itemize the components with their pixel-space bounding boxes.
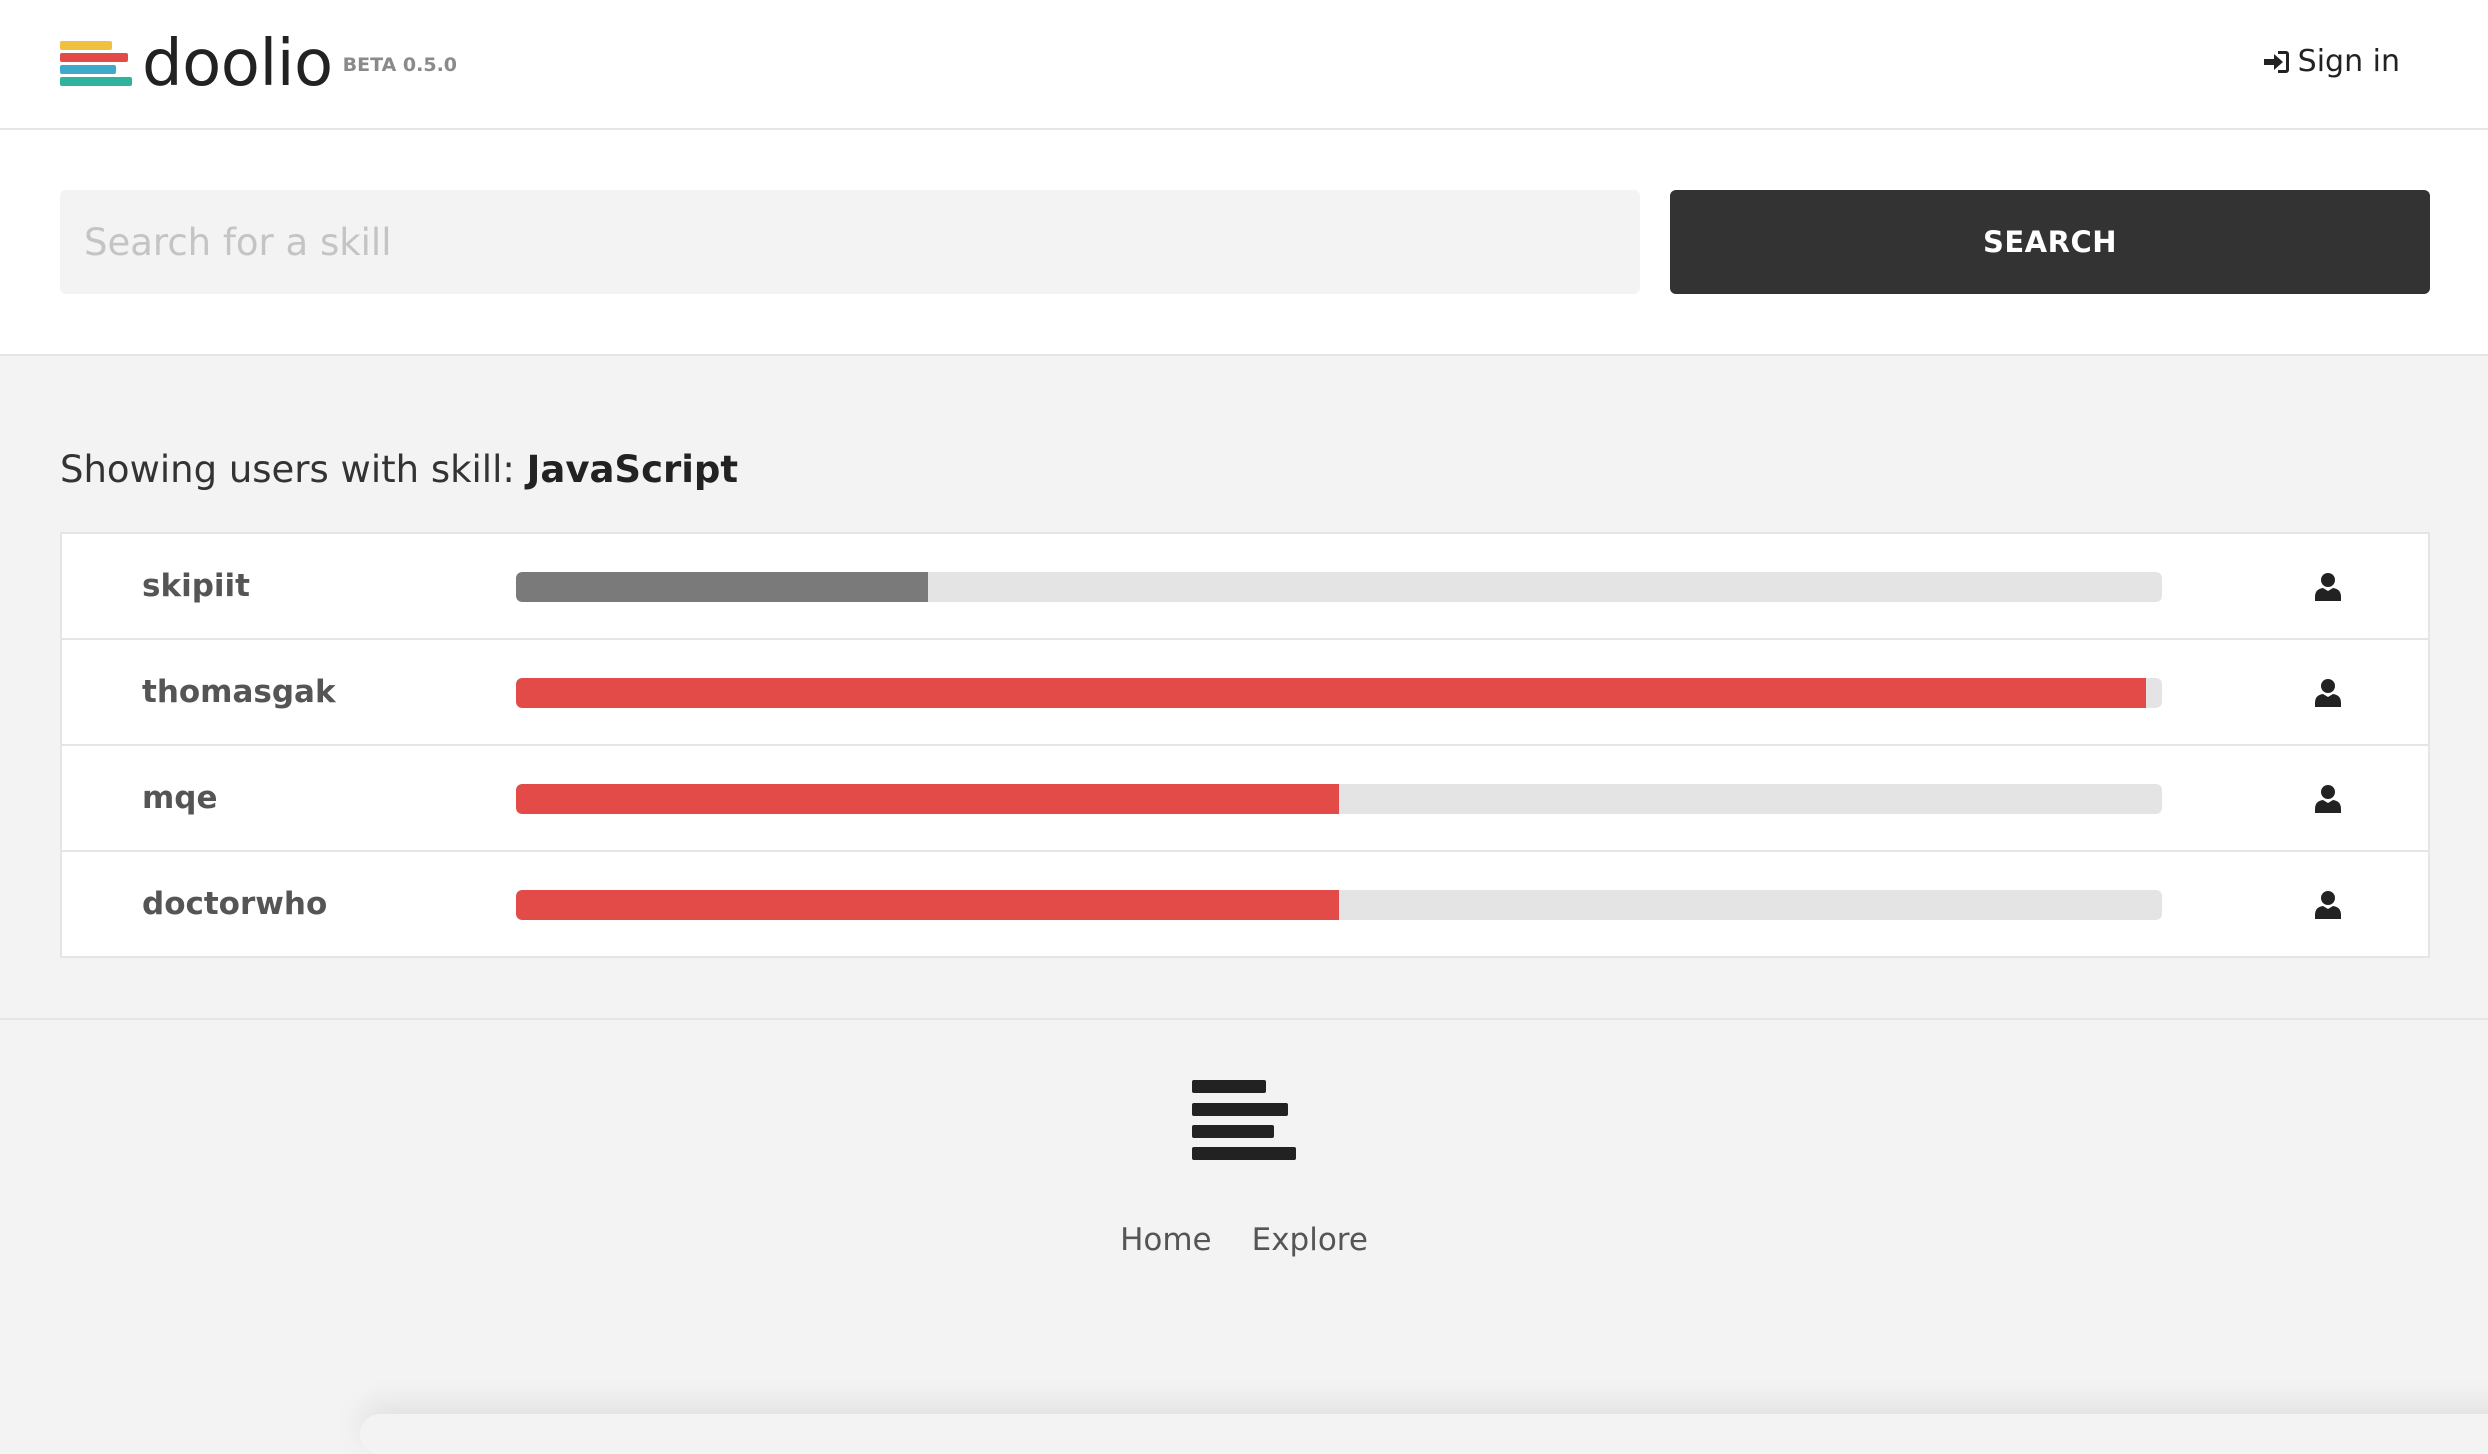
skill-level-fill (516, 890, 1339, 920)
user-name-link[interactable]: doctorwho (142, 852, 327, 956)
skill-level-bar (516, 890, 2162, 920)
results-table: skipiit thomasgak mqe doctorwho (60, 532, 2430, 958)
results-heading: Showing users with skill: JavaScript (60, 448, 738, 491)
user-icon[interactable] (2314, 890, 2342, 920)
search-button[interactable]: SEARCH (1670, 190, 2430, 294)
footer-logo-bar-4 (1192, 1147, 1296, 1160)
footer-logo-bar-1 (1192, 1080, 1266, 1093)
skill-search-input[interactable] (60, 190, 1640, 294)
user-icon[interactable] (2314, 678, 2342, 708)
logo-text: doolio (142, 27, 333, 101)
footer-link-explore[interactable]: Explore (1252, 1222, 1368, 1258)
user-row: skipiit (62, 534, 2428, 640)
doolio-logo[interactable]: doolio BETA 0.5.0 (60, 28, 457, 100)
sign-in-link[interactable]: Sign in (2262, 44, 2400, 79)
results-heading-prefix: Showing users with skill: (60, 448, 527, 491)
sign-in-icon (2263, 50, 2289, 73)
skill-level-fill (516, 678, 2146, 708)
logo-bar-4 (60, 77, 132, 86)
logo-bar-1 (60, 41, 112, 50)
user-name-link[interactable]: thomasgak (142, 640, 336, 744)
user-row: doctorwho (62, 852, 2428, 956)
footer-link-home[interactable]: Home (1120, 1222, 1212, 1258)
user-name-link[interactable]: skipiit (142, 534, 250, 638)
sign-in-label: Sign in (2297, 44, 2400, 79)
footer-nav: Home Explore (0, 1222, 2488, 1258)
footer-logo-bar-2 (1192, 1103, 1288, 1116)
logo-bars-icon (60, 34, 132, 94)
user-name-link[interactable]: mqe (142, 746, 218, 850)
bottom-shadow (360, 1414, 2488, 1454)
footer-divider (0, 1018, 2488, 1020)
user-row: thomasgak (62, 640, 2428, 746)
beta-badge: BETA 0.5.0 (342, 54, 458, 76)
top-header: doolio BETA 0.5.0 Sign in (0, 0, 2488, 130)
skill-level-fill (516, 572, 928, 602)
footer-logo-bar-3 (1192, 1125, 1274, 1138)
user-icon[interactable] (2314, 784, 2342, 814)
skill-level-bar (516, 678, 2162, 708)
user-icon[interactable] (2314, 572, 2342, 602)
logo-bar-3 (60, 65, 116, 74)
logo-bar-2 (60, 53, 128, 62)
skill-level-bar (516, 784, 2162, 814)
user-row: mqe (62, 746, 2428, 852)
search-section: SEARCH (0, 130, 2488, 356)
skill-level-fill (516, 784, 1339, 814)
results-skill-name: JavaScript (526, 448, 739, 491)
doolio-logo-icon[interactable] (1192, 1080, 1296, 1162)
skill-level-bar (516, 572, 2162, 602)
